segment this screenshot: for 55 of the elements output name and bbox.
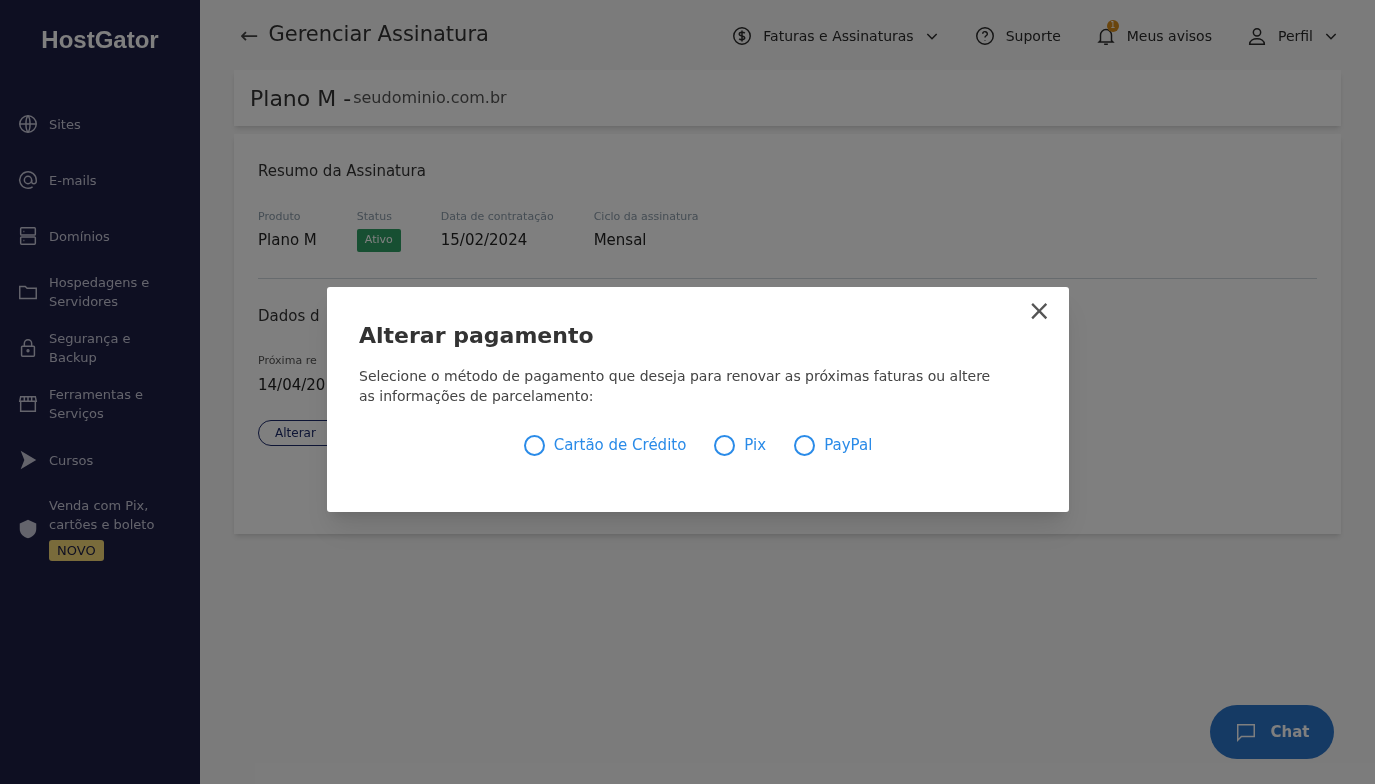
field-label: Próxima re <box>258 353 317 369</box>
store-icon <box>17 393 39 415</box>
sidebar-item[interactable]: Domínios <box>0 208 200 264</box>
nav-item[interactable]: Faturas e Assinaturas <box>731 19 940 51</box>
chat-button[interactable]: Chat <box>1210 705 1334 759</box>
field-value: 14/04/20 <box>258 374 326 396</box>
page-title: Gerenciar Assinatura <box>268 21 489 49</box>
nav-item[interactable]: Suporte <box>973 19 1061 51</box>
sidebar-label: Venda com Pix, cartões e boleto <box>49 497 156 534</box>
sidebar-label: Sites <box>49 115 81 134</box>
field-value: Mensal <box>593 230 648 251</box>
chat-icon <box>1234 721 1257 743</box>
globe-icon <box>17 113 39 135</box>
sidebar-label: Cursos <box>49 451 94 470</box>
notification-count: 1 <box>1106 20 1119 32</box>
dialog-title: Alterar pagamento <box>359 322 595 350</box>
sidebar-item[interactable]: Segurança e Backup <box>0 320 200 376</box>
sidebar-label: Domínios <box>49 227 110 246</box>
radio-button[interactable] <box>523 434 545 456</box>
radio-button[interactable] <box>714 434 736 456</box>
field-value: Plano M <box>258 230 317 251</box>
new-badge: NOVO <box>49 540 104 561</box>
sidebar-item[interactable]: Sites <box>0 96 200 152</box>
sidebar-label: Hospedagens e Servidores <box>49 274 151 311</box>
sidebar-label: Segurança e Backup <box>49 330 132 367</box>
plan-header: Plano M -seudominio.com.br <box>234 70 1341 126</box>
at-icon <box>17 169 39 191</box>
section-title: Dados d <box>258 305 320 327</box>
back-button[interactable]: ← <box>240 18 259 52</box>
help-icon <box>973 25 996 47</box>
domain-text: seudominio.com.br <box>353 87 507 109</box>
field-label: Produto <box>258 208 302 225</box>
sidebar-item[interactable]: Ferramentas e Serviços <box>0 376 200 432</box>
shield-icon <box>17 517 39 540</box>
sidebar-item[interactable]: E-mails <box>0 152 200 208</box>
server-icon <box>17 225 39 247</box>
field-label: Status <box>356 208 393 225</box>
dollar-icon <box>731 25 754 47</box>
logo[interactable]: HostGator <box>0 0 200 96</box>
payment-option[interactable]: Cartão de Crédito <box>523 434 687 457</box>
payment-option[interactable]: Pix <box>714 434 767 457</box>
close-button[interactable]: × <box>1023 293 1055 329</box>
nav-item[interactable]: 1 Meus avisos <box>1094 19 1212 51</box>
status-badge: Ativo <box>356 229 401 252</box>
radio-button[interactable] <box>794 434 816 456</box>
sidebar-item[interactable]: Cursos <box>0 432 200 488</box>
nav-item[interactable]: Perfil <box>1245 19 1339 51</box>
sidebar-label: E-mails <box>49 171 97 190</box>
sidebar-item[interactable]: Venda com Pix, cartões e boleto NOVO <box>0 488 200 569</box>
payment-option[interactable]: PayPal <box>794 434 873 457</box>
sidebar-item[interactable]: Hospedagens e Servidores <box>0 264 200 320</box>
sidebar-label: Ferramentas e Serviços <box>49 386 145 423</box>
field-value: 15/02/2024 <box>440 230 529 251</box>
dialog-text: Selecione o método de pagamento que deseja para renovar as próximas faturas ou altere as informações de parcelamento: <box>359 367 992 406</box>
section-title: Resumo da Assinatura <box>258 161 426 182</box>
